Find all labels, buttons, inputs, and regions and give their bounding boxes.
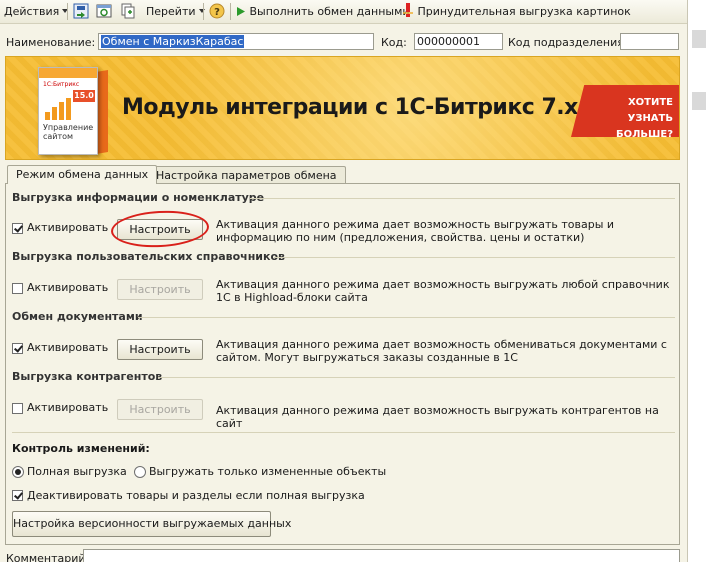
section-divider — [12, 432, 675, 433]
section-divider — [158, 377, 675, 378]
configure-catalogs-button[interactable]: Настроить — [117, 279, 203, 300]
full-upload-radio[interactable] — [12, 466, 24, 478]
activate-counterparties-checkbox[interactable] — [12, 403, 23, 414]
section-description: Активация данного режима дает возможност… — [216, 338, 667, 364]
run-exchange-button[interactable]: Выполнить обмен данными — [236, 3, 410, 20]
background-window-edge — [687, 0, 706, 562]
activate-label: Активировать — [27, 401, 109, 414]
name-field[interactable]: Обмен с МаркизКарабас — [98, 33, 374, 50]
toolbar: Действия Перейти ? Выполнить обмен данны… — [0, 0, 687, 24]
activate-label: Активировать — [27, 221, 109, 234]
code-value: 000000001 — [417, 35, 480, 48]
configure-counterparties-button[interactable]: Настроить — [117, 399, 203, 420]
svg-text:?: ? — [214, 7, 220, 18]
name-label: Наименование: — [6, 36, 96, 49]
tab-exchange-mode[interactable]: Режим обмена данных — [7, 165, 158, 184]
activate-nomenclature-checkbox[interactable] — [12, 223, 23, 234]
cta-line2: УЗНАТЬ БОЛЬШЕ? — [615, 113, 673, 140]
learn-more-link[interactable]: ХОТИТЕ УЗНАТЬ БОЛЬШЕ? — [571, 85, 679, 137]
actions-label: Действия — [4, 5, 60, 18]
toolbar-divider — [203, 3, 204, 20]
tab-exchange-settings[interactable]: Настройка параметров обмена — [147, 166, 346, 183]
box-title: Управление сайтом — [43, 123, 94, 141]
background-block — [692, 92, 706, 110]
versioning-settings-button[interactable]: Настройка версионности выгружаемых данны… — [12, 511, 291, 537]
configure-documents-button[interactable]: Настроить — [117, 339, 203, 360]
comment-field[interactable] — [83, 549, 680, 562]
goto-menu[interactable]: Перейти — [146, 3, 205, 20]
help-icon[interactable]: ? — [209, 3, 225, 19]
changed-only-label: Выгружать только измененные объекты — [149, 465, 387, 478]
activate-label: Активировать — [27, 281, 109, 294]
changed-only-radio[interactable] — [134, 466, 146, 478]
section-heading-nomenclature: Выгрузка информации о номенклатуре — [12, 191, 265, 204]
cta-line1: ХОТИТЕ — [627, 97, 673, 108]
play-icon — [237, 7, 245, 16]
section-description: Активация данного режима дает возможност… — [216, 218, 615, 244]
comment-label: Комментарий: — [6, 552, 90, 562]
activate-documents-checkbox[interactable] — [12, 343, 23, 354]
box-version: 15.0 — [73, 90, 95, 102]
copy-document-icon[interactable] — [120, 3, 136, 19]
goto-label: Перейти — [146, 5, 196, 18]
chart-bars-icon — [45, 98, 73, 120]
exchange-form-window: Действия Перейти ? Выполнить обмен данны… — [0, 0, 687, 562]
section-heading-custom-catalogs: Выгрузка пользовательских справочников — [12, 250, 285, 263]
bitrix-integration-banner[interactable]: 1С:Битрикс 15.0 Управление сайтом Модуль… — [5, 56, 680, 160]
subdivision-code-field[interactable] — [620, 33, 679, 50]
section-divider — [138, 317, 675, 318]
box-stripe — [39, 68, 97, 78]
force-upload-label: Принудительная выгрузка картинок — [417, 5, 631, 18]
deactivate-products-label: Деактивировать товары и разделы если пол… — [27, 489, 365, 502]
section-description: Активация данного режима дает возможност… — [216, 278, 670, 304]
code-label: Код: — [381, 36, 407, 49]
section-heading-counterparties: Выгрузка контрагентов — [12, 370, 163, 383]
product-box-image: 1С:Битрикс 15.0 Управление сайтом — [28, 59, 108, 159]
box-front: 1С:Битрикс 15.0 Управление сайтом — [38, 67, 98, 155]
section-divider — [250, 198, 675, 199]
section-heading-documents: Обмен документами — [12, 310, 143, 323]
save-close-icon[interactable] — [73, 3, 89, 19]
refresh-icon[interactable] — [96, 3, 112, 19]
background-block — [692, 30, 706, 48]
code-field[interactable]: 000000001 — [414, 33, 503, 50]
section-description: Активация данного режима дает возможност… — [216, 404, 659, 430]
deactivate-products-checkbox[interactable] — [12, 490, 23, 501]
force-upload-images-button[interactable]: Принудительная выгрузка картинок — [402, 3, 631, 20]
alert-upload-icon — [403, 3, 413, 17]
subdivision-code-label: Код подразделения: — [508, 36, 628, 49]
section-divider — [274, 257, 675, 258]
actions-menu[interactable]: Действия — [4, 3, 69, 20]
toolbar-divider — [67, 3, 68, 20]
configure-nomenclature-button[interactable]: Настроить — [117, 219, 203, 240]
run-exchange-label: Выполнить обмен данными — [249, 5, 410, 18]
activate-label: Активировать — [27, 341, 109, 354]
activate-catalogs-checkbox[interactable] — [12, 283, 23, 294]
toolbar-divider — [230, 3, 231, 20]
change-control-heading: Контроль изменений: — [12, 442, 150, 455]
name-value: Обмен с МаркизКарабас — [101, 35, 245, 48]
full-upload-label: Полная выгрузка — [27, 465, 127, 478]
box-brand: 1С:Битрикс — [43, 81, 80, 88]
banner-title: Модуль интеграции с 1С-Битрикс 7.x — [122, 95, 578, 120]
